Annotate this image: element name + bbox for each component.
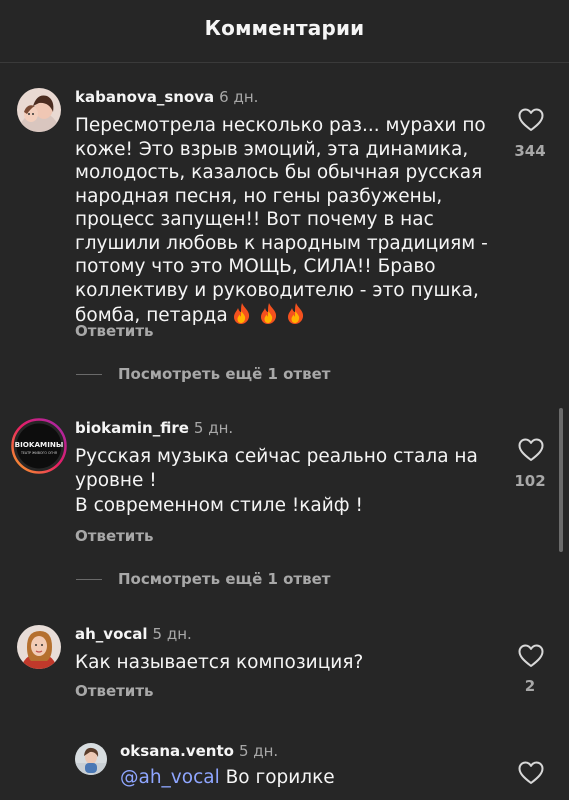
comment-header: kabanova_snova 6 дн.: [75, 88, 258, 106]
view-replies-button[interactable]: Посмотреть ещё 1 ответ: [118, 365, 331, 383]
comment-body: Пересмотрела несколько раз... мурахи по …: [75, 115, 488, 326]
heart-outline-icon[interactable]: [518, 644, 544, 668]
view-replies-divider: [76, 374, 102, 375]
reply-header: oksana.vento 5 дн.: [120, 742, 278, 760]
avatar-logo-text: BIOKAMINЫ: [15, 440, 64, 449]
avatar-logo-subtext: ТЕАТР ЖИВОГО ОГНЯ: [20, 451, 57, 455]
username[interactable]: biokamin_fire: [75, 419, 189, 437]
mention-link[interactable]: @ah_vocal: [120, 767, 220, 788]
timestamp: 5 дн.: [193, 419, 234, 437]
header: Комментарии: [0, 0, 569, 62]
page-title: Комментарии: [204, 16, 365, 40]
avatar[interactable]: [75, 743, 107, 775]
heart-outline-icon[interactable]: [518, 438, 544, 462]
timestamp: 5 дн.: [152, 625, 192, 643]
username[interactable]: kabanova_snova: [75, 88, 214, 106]
comment-header: biokamin_fire 5 дн.: [75, 419, 233, 437]
comment-text: Русская музыка сейчас реально стала на у…: [75, 445, 490, 518]
avatar[interactable]: BIOKAMINЫ ТЕАТР ЖИВОГО ОГНЯ: [11, 418, 67, 474]
fire-emoji-icon: [231, 302, 313, 331]
reply-button[interactable]: Ответить: [75, 322, 154, 340]
timestamp: 5 дн.: [238, 742, 279, 760]
reply-body: Во горилке: [219, 767, 335, 788]
heart-outline-icon[interactable]: [518, 761, 544, 785]
view-replies-button[interactable]: Посмотреть ещё 1 ответ: [118, 570, 331, 588]
username[interactable]: ah_vocal: [75, 625, 148, 643]
view-replies-divider: [76, 579, 102, 580]
comment-text: Как называется композиция?: [75, 652, 364, 673]
comment-header: ah_vocal 5 дн.: [75, 625, 192, 643]
comment-line: В современном стиле !кайф !: [75, 495, 363, 516]
timestamp: 6 дн.: [219, 88, 259, 106]
comment-text: Пересмотрела несколько раз... мурахи по …: [75, 114, 490, 331]
reply-text: @ah_vocal Во горилке: [120, 766, 490, 790]
header-divider: [0, 62, 569, 63]
like-count: 102: [514, 472, 546, 490]
reply-button[interactable]: Ответить: [75, 527, 154, 545]
like-count: 2: [524, 677, 536, 695]
avatar[interactable]: [17, 88, 61, 132]
like-count: 344: [514, 142, 546, 160]
username[interactable]: oksana.vento: [120, 742, 234, 760]
comment-line: Русская музыка сейчас реально стала на у…: [75, 446, 478, 491]
scrollbar[interactable]: [559, 408, 563, 552]
avatar[interactable]: [17, 625, 61, 669]
reply-button[interactable]: Ответить: [75, 682, 154, 700]
heart-outline-icon[interactable]: [518, 108, 544, 132]
comments-screen: Комментарии kabanova_snova 6 дн. Пересмот…: [0, 0, 569, 800]
